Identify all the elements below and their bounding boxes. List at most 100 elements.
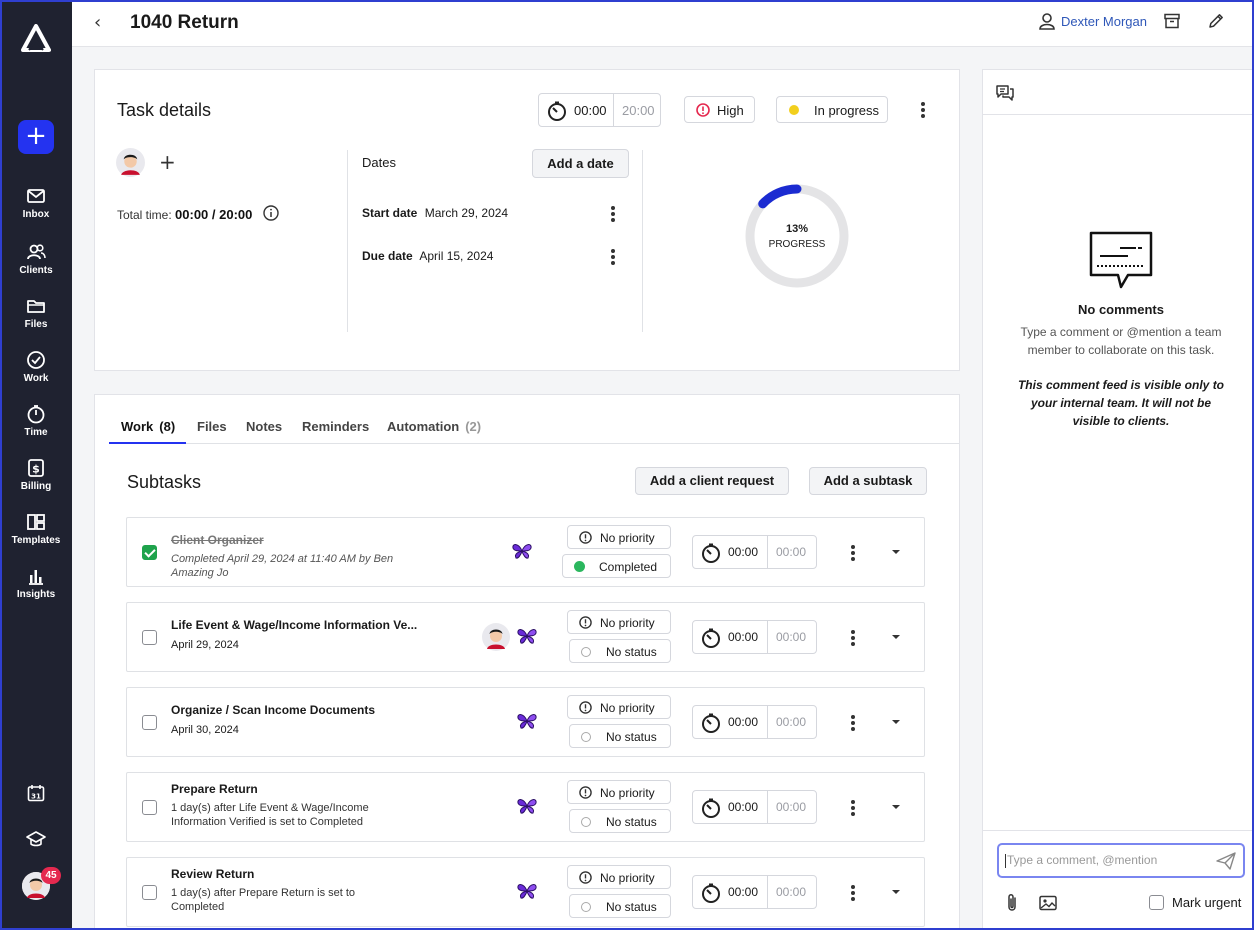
- status-label: In progress: [814, 103, 880, 118]
- mark-urgent-label[interactable]: Mark urgent: [1172, 895, 1241, 910]
- nav-work[interactable]: Work: [0, 350, 72, 384]
- app-logo-icon[interactable]: [21, 24, 51, 52]
- subtask-status-pill[interactable]: No status: [569, 724, 671, 748]
- add-client-request-button[interactable]: Add a client request: [635, 467, 789, 495]
- start-date-value[interactable]: March 29, 2024: [425, 206, 508, 220]
- subtask-timer[interactable]: 00:00 00:00: [692, 705, 817, 739]
- task-timer[interactable]: 00:00 20:00: [538, 93, 661, 127]
- subtask-more-menu[interactable]: [850, 885, 856, 901]
- archive-icon[interactable]: [1163, 12, 1181, 30]
- nav-insights[interactable]: Insights: [0, 566, 72, 600]
- create-new-button[interactable]: +: [18, 120, 54, 154]
- subtask-title[interactable]: Organize / Scan Income Documents: [171, 703, 375, 717]
- subtask-row[interactable]: Organize / Scan Income Documents April 3…: [126, 687, 925, 757]
- subtask-status-pill[interactable]: No status: [569, 639, 671, 663]
- due-date-value[interactable]: April 15, 2024: [419, 249, 493, 263]
- task-more-menu[interactable]: [920, 102, 926, 118]
- tab-reminders[interactable]: Reminders: [302, 419, 369, 434]
- add-assignee-button[interactable]: +: [159, 150, 176, 174]
- assignee-avatar[interactable]: [116, 148, 145, 177]
- subtask-status-pill[interactable]: No status: [569, 894, 671, 918]
- assignee-link[interactable]: Dexter Morgan: [1061, 14, 1147, 29]
- timer-budget[interactable]: 00:00: [776, 630, 806, 644]
- stopwatch-icon[interactable]: [700, 797, 722, 819]
- subtask-checkbox[interactable]: [142, 630, 157, 645]
- subtask-title[interactable]: Life Event & Wage/Income Information Ve.…: [171, 618, 417, 632]
- expand-caret-icon[interactable]: [892, 635, 900, 639]
- comments-header: [983, 70, 1254, 115]
- paperclip-icon[interactable]: [1003, 893, 1021, 913]
- stopwatch-icon[interactable]: [700, 627, 722, 649]
- stopwatch-icon[interactable]: [700, 712, 722, 734]
- subtask-row[interactable]: Life Event & Wage/Income Information Ve.…: [126, 602, 925, 672]
- start-date-menu[interactable]: [610, 206, 616, 222]
- image-icon[interactable]: [1039, 895, 1057, 911]
- subtask-priority-label: No priority: [600, 531, 655, 545]
- subtask-more-menu[interactable]: [850, 715, 856, 731]
- subtask-more-menu[interactable]: [850, 630, 856, 646]
- subtask-timer[interactable]: 00:00 00:00: [692, 620, 817, 654]
- subtask-timer[interactable]: 00:00 00:00: [692, 875, 817, 909]
- timer-budget[interactable]: 20:00: [622, 103, 655, 118]
- subtask-checkbox[interactable]: [142, 800, 157, 815]
- subtask-status-pill[interactable]: Completed: [562, 554, 671, 578]
- nav-billing[interactable]: $ Billing: [0, 458, 72, 492]
- add-date-button[interactable]: Add a date: [532, 149, 629, 178]
- stopwatch-icon[interactable]: [700, 542, 722, 564]
- subtask-priority-pill[interactable]: No priority: [567, 695, 671, 719]
- tab-automation[interactable]: Automation (2): [387, 419, 481, 434]
- nav-templates[interactable]: Templates: [0, 512, 72, 546]
- calendar-icon[interactable]: 31: [26, 783, 46, 803]
- subtask-more-menu[interactable]: [850, 800, 856, 816]
- subtask-priority-pill[interactable]: No priority: [567, 865, 671, 889]
- back-button[interactable]: ‹: [94, 12, 101, 33]
- edit-icon[interactable]: [1207, 12, 1225, 30]
- subtask-timer[interactable]: 00:00 00:00: [692, 790, 817, 824]
- subtask-more-menu[interactable]: [850, 545, 856, 561]
- tab-files[interactable]: Files: [197, 419, 227, 434]
- comments-icon[interactable]: [995, 83, 1015, 103]
- subtask-checkbox[interactable]: [142, 885, 157, 900]
- expand-caret-icon[interactable]: [892, 550, 900, 554]
- tab-notes[interactable]: Notes: [246, 419, 282, 434]
- subtask-checkbox[interactable]: [142, 545, 157, 560]
- status-pill[interactable]: In progress: [776, 96, 888, 123]
- timer-budget[interactable]: 00:00: [776, 715, 806, 729]
- mark-urgent-checkbox[interactable]: [1149, 895, 1164, 910]
- nav-time[interactable]: Time: [0, 404, 72, 438]
- info-icon[interactable]: [263, 205, 279, 221]
- comment-input[interactable]: Type a comment, @mention: [997, 843, 1245, 878]
- send-icon[interactable]: [1216, 852, 1236, 870]
- subtask-priority-pill[interactable]: No priority: [567, 780, 671, 804]
- add-subtask-button[interactable]: Add a subtask: [809, 467, 927, 495]
- stopwatch-icon[interactable]: [546, 100, 568, 122]
- subtask-title[interactable]: Review Return: [171, 867, 254, 881]
- stopwatch-icon[interactable]: [700, 882, 722, 904]
- subtask-priority-pill[interactable]: No priority: [567, 610, 671, 634]
- expand-caret-icon[interactable]: [892, 805, 900, 809]
- subtask-checkbox[interactable]: [142, 715, 157, 730]
- subtask-status-pill[interactable]: No status: [569, 809, 671, 833]
- subtask-title[interactable]: Client Organizer: [171, 533, 264, 547]
- nav-files[interactable]: Files: [0, 296, 72, 330]
- priority-pill[interactable]: High: [684, 96, 755, 123]
- expand-caret-icon[interactable]: [892, 890, 900, 894]
- timer-budget[interactable]: 00:00: [776, 885, 806, 899]
- subtask-row[interactable]: Review Return 1 day(s) after Prepare Ret…: [126, 857, 925, 927]
- nav-inbox[interactable]: Inbox: [0, 186, 72, 220]
- due-date-menu[interactable]: [610, 249, 616, 265]
- graduation-cap-icon[interactable]: [26, 829, 46, 849]
- subtask-row[interactable]: Client Organizer Completed April 29, 202…: [126, 517, 925, 587]
- comment-placeholder: Type a comment, @mention: [1007, 853, 1158, 867]
- timer-budget[interactable]: 00:00: [776, 545, 806, 559]
- assignee-avatar[interactable]: [482, 623, 510, 651]
- nav-clients[interactable]: Clients: [0, 242, 72, 276]
- timer-budget[interactable]: 00:00: [776, 800, 806, 814]
- subtask-title[interactable]: Prepare Return: [171, 782, 258, 796]
- subtask-priority-pill[interactable]: No priority: [567, 525, 671, 549]
- expand-caret-icon[interactable]: [892, 720, 900, 724]
- subtask-timer[interactable]: 00:00 00:00: [692, 535, 817, 569]
- tab-work[interactable]: Work (8): [121, 419, 175, 434]
- nav-work-label: Work: [23, 373, 49, 384]
- subtask-row[interactable]: Prepare Return 1 day(s) after Life Event…: [126, 772, 925, 842]
